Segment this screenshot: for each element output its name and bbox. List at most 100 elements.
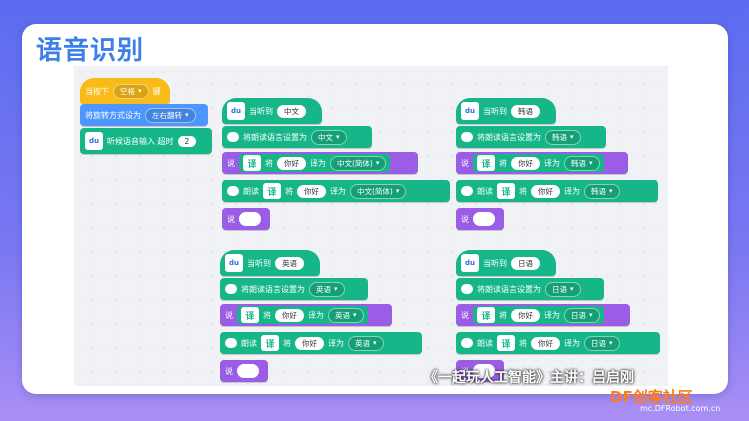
phrase-input[interactable]: 你好 xyxy=(297,184,326,198)
heard-input[interactable]: 韩语 xyxy=(511,104,540,118)
say-block[interactable]: 说 译 将 你好 译为 英语 xyxy=(220,304,392,326)
speech-icon xyxy=(461,338,473,348)
say-block[interactable]: 说 译 将 你好 译为 日语 xyxy=(456,304,630,326)
baidu-icon: du xyxy=(461,254,479,272)
phrase-input[interactable]: 你好 xyxy=(531,184,560,198)
set-read-language-block[interactable]: 将朗读语言设置为 韩语 xyxy=(456,126,606,148)
say-empty-block[interactable]: 说 xyxy=(456,208,504,230)
rotation-dropdown[interactable]: 左右翻转 xyxy=(145,107,196,123)
set-lang-label: 将朗读语言设置为 xyxy=(477,132,541,142)
credit-caption: 《一起玩人工智能》主讲：吕启刚 xyxy=(424,370,634,386)
translate-prefix: 将 xyxy=(263,310,271,320)
translate-mid: 译为 xyxy=(310,158,326,168)
read-target-dropdown[interactable]: 日语 xyxy=(584,335,620,351)
listen-block[interactable]: du 听候语音输入 超时 2 xyxy=(80,128,212,154)
translate-mid: 译为 xyxy=(564,338,580,348)
say-label: 说 xyxy=(461,214,469,224)
set-rotation-block[interactable]: 将旋转方式设为 左右翻转 xyxy=(80,104,208,126)
translate-prefix: 将 xyxy=(283,338,291,348)
read-aloud-block[interactable]: 朗读 译 将 你好 译为 韩语 xyxy=(456,180,658,202)
translate-prefix: 将 xyxy=(519,186,527,196)
set-lang-label: 将朗读语言设置为 xyxy=(243,132,307,142)
translate-mid: 译为 xyxy=(564,186,580,196)
set-read-language-block[interactable]: 将朗读语言设置为 中文 xyxy=(222,126,372,148)
phrase-input[interactable]: 你好 xyxy=(277,156,306,170)
listen-label: 听候语音输入 超时 xyxy=(107,136,174,146)
when-key-pressed-block[interactable]: 当按下 空格 键 xyxy=(80,78,170,104)
read-target-dropdown[interactable]: 中文(简体) xyxy=(350,183,407,199)
translate-icon: 译 xyxy=(477,155,495,171)
heard-input[interactable]: 英语 xyxy=(275,256,304,270)
phrase-input[interactable]: 你好 xyxy=(295,336,324,350)
key-dropdown[interactable]: 空格 xyxy=(113,83,149,99)
target-language-dropdown[interactable]: 中文(简体) xyxy=(330,155,387,171)
when-key-label: 当按下 xyxy=(85,86,109,96)
translate-reporter[interactable]: 译 将 你好 译为 日语 xyxy=(473,306,604,324)
say-empty-block[interactable]: 说 xyxy=(220,360,268,382)
heard-input[interactable]: 中文 xyxy=(277,104,306,118)
translate-prefix: 将 xyxy=(265,158,273,168)
phrase-input[interactable]: 你好 xyxy=(531,336,560,350)
read-label: 朗读 xyxy=(241,338,257,348)
say-block[interactable]: 说 译 将 你好 译为 韩语 xyxy=(456,152,628,174)
translate-icon: 译 xyxy=(497,183,515,199)
read-language-dropdown[interactable]: 中文 xyxy=(311,129,347,145)
translate-mid: 译为 xyxy=(328,338,344,348)
when-heard-block[interactable]: du 当听到 韩语 xyxy=(456,98,556,124)
translate-icon: 译 xyxy=(263,183,281,199)
translate-reporter[interactable]: 译 将 你好 译为 韩语 xyxy=(473,154,604,172)
say-input[interactable] xyxy=(237,364,259,378)
read-language-dropdown[interactable]: 日语 xyxy=(545,281,581,297)
say-block[interactable]: 说 译 将 你好 译为 中文(简体) xyxy=(222,152,418,174)
phrase-input[interactable]: 你好 xyxy=(511,308,540,322)
baidu-icon: du xyxy=(461,102,479,120)
speech-icon xyxy=(225,338,237,348)
translate-prefix: 将 xyxy=(499,158,507,168)
say-input[interactable] xyxy=(473,212,495,226)
say-label: 说 xyxy=(225,310,233,320)
phrase-input[interactable]: 你好 xyxy=(511,156,540,170)
read-language-dropdown[interactable]: 韩语 xyxy=(545,129,581,145)
target-language-dropdown[interactable]: 韩语 xyxy=(564,155,600,171)
target-language-dropdown[interactable]: 日语 xyxy=(564,307,600,323)
read-language-dropdown[interactable]: 英语 xyxy=(309,281,345,297)
baidu-icon: du xyxy=(225,254,243,272)
translate-icon: 译 xyxy=(497,335,515,351)
rotation-label: 将旋转方式设为 xyxy=(85,110,141,120)
read-target-dropdown[interactable]: 英语 xyxy=(348,335,384,351)
translate-prefix: 将 xyxy=(285,186,293,196)
heard-label: 当听到 xyxy=(483,106,507,116)
timeout-input[interactable]: 2 xyxy=(177,135,197,147)
set-lang-label: 将朗读语言设置为 xyxy=(477,284,541,294)
read-aloud-block[interactable]: 朗读 译 将 你好 译为 日语 xyxy=(456,332,660,354)
site-url: mc.DFRobot.com.cn xyxy=(640,404,721,413)
heard-input[interactable]: 日语 xyxy=(511,256,540,270)
read-aloud-block[interactable]: 朗读 译 将 你好 译为 中文(简体) xyxy=(222,180,450,202)
set-lang-label: 将朗读语言设置为 xyxy=(241,284,305,294)
translate-icon: 译 xyxy=(243,155,261,171)
say-label: 说 xyxy=(227,158,235,168)
speech-icon xyxy=(227,132,239,142)
say-empty-block[interactable]: 说 xyxy=(222,208,270,230)
key-suffix: 键 xyxy=(152,86,161,96)
translate-reporter[interactable]: 译 将 你好 译为 英语 xyxy=(237,306,368,324)
target-language-dropdown[interactable]: 英语 xyxy=(328,307,364,323)
set-read-language-block[interactable]: 将朗读语言设置为 日语 xyxy=(456,278,604,300)
speech-icon xyxy=(461,186,473,196)
code-canvas: 当按下 空格 键 将旋转方式设为 左右翻转 du 听候语音输入 超时 2 du … xyxy=(74,66,668,386)
translate-icon: 译 xyxy=(261,335,279,351)
translate-mid: 译为 xyxy=(330,186,346,196)
translate-prefix: 将 xyxy=(499,310,507,320)
heard-label: 当听到 xyxy=(483,258,507,268)
phrase-input[interactable]: 你好 xyxy=(275,308,304,322)
when-heard-block[interactable]: du 当听到 英语 xyxy=(220,250,320,276)
read-aloud-block[interactable]: 朗读 译 将 你好 译为 英语 xyxy=(220,332,422,354)
set-read-language-block[interactable]: 将朗读语言设置为 英语 xyxy=(220,278,368,300)
say-input[interactable] xyxy=(239,212,261,226)
when-heard-block[interactable]: du 当听到 日语 xyxy=(456,250,556,276)
baidu-icon: du xyxy=(227,102,245,120)
translate-reporter[interactable]: 译 将 你好 译为 中文(简体) xyxy=(239,154,391,172)
read-label: 朗读 xyxy=(477,186,493,196)
when-heard-block[interactable]: du 当听到 中文 xyxy=(222,98,322,124)
read-target-dropdown[interactable]: 韩语 xyxy=(584,183,620,199)
